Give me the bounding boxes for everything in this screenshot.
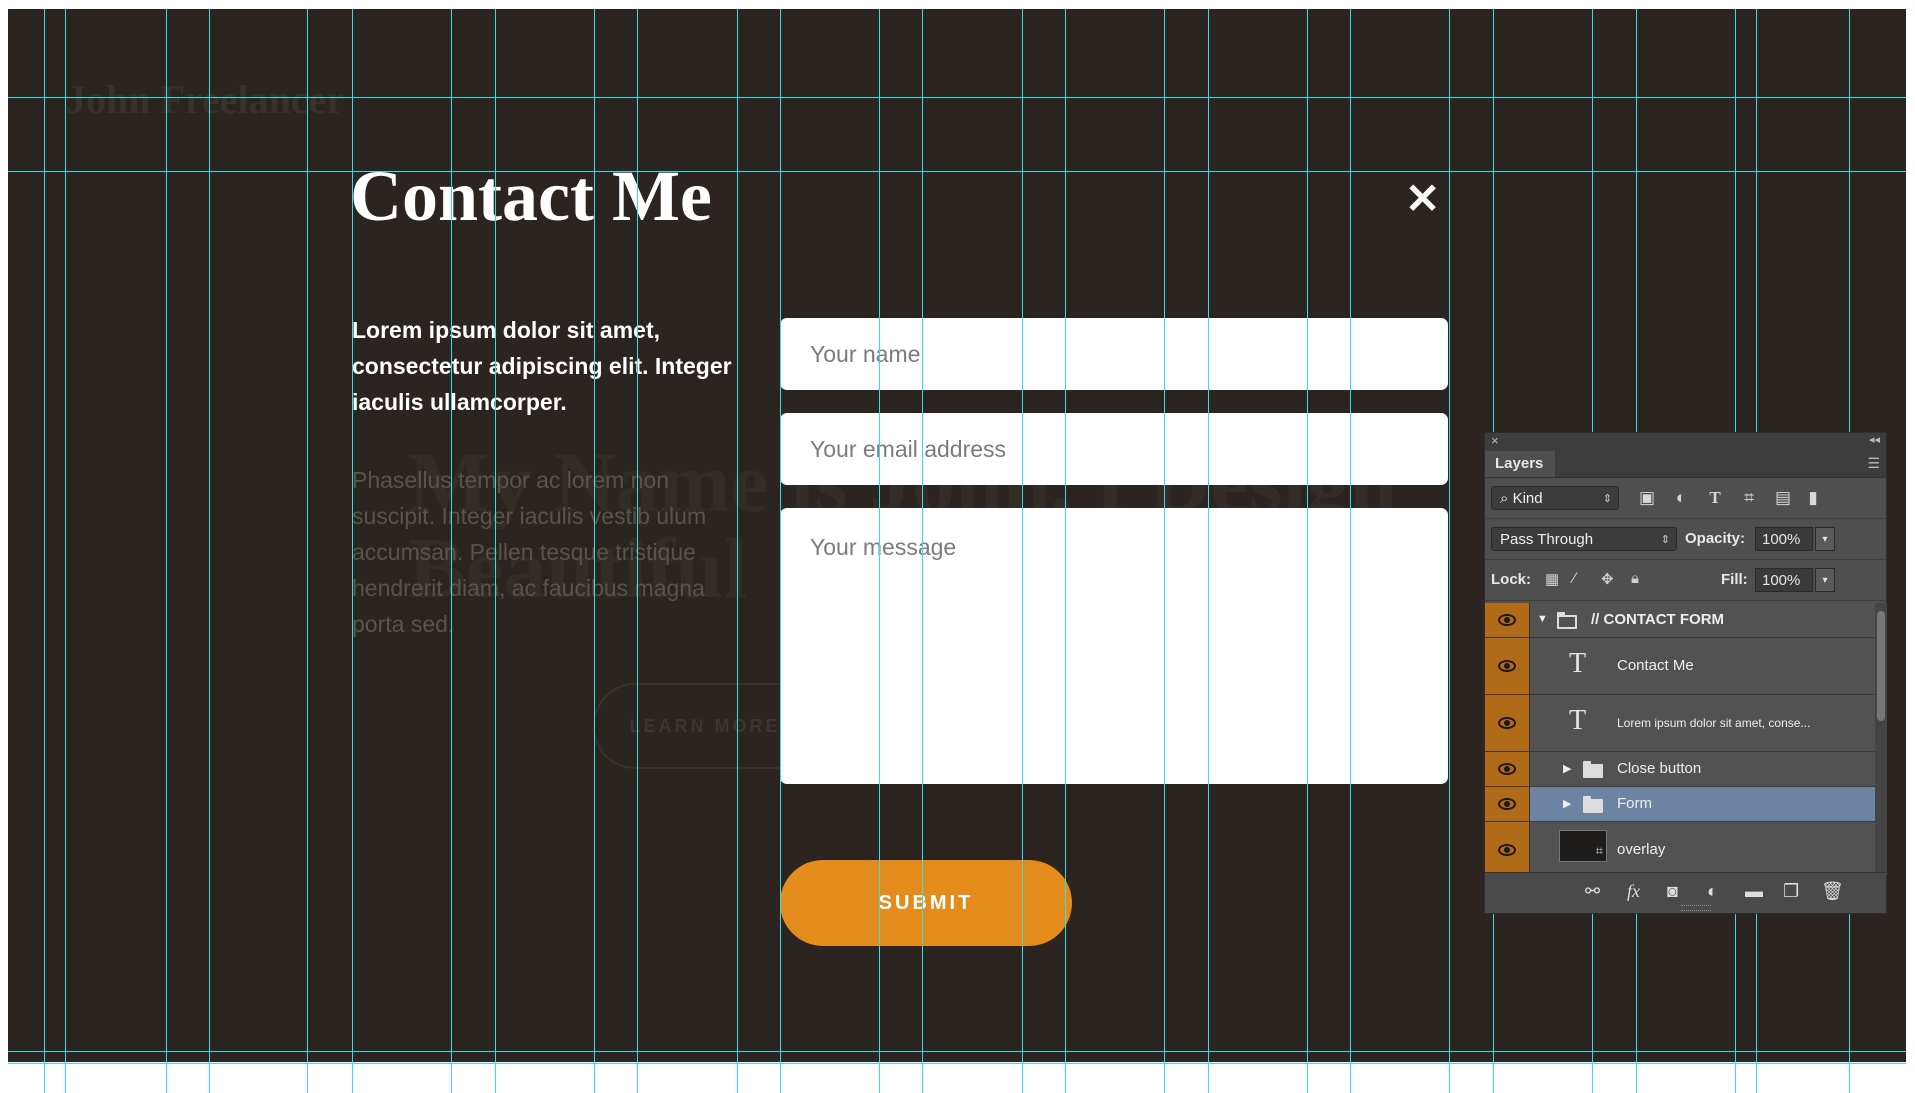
layer-name: Close button: [1617, 760, 1702, 777]
image-filter-icon[interactable]: ▣: [1637, 488, 1657, 508]
shape-layer-icon: ⌗: [1595, 843, 1603, 858]
text-layer-icon: T: [1569, 648, 1587, 679]
filter-kind-select[interactable]: ⌕ Kind ⇕: [1491, 486, 1619, 510]
panel-footer: ⚯ fx ◙ ◐ ▬ ❐ 🗑︎: [1485, 872, 1886, 913]
lock-move-icon[interactable]: ✥: [1601, 570, 1614, 588]
new-layer-icon[interactable]: ❐: [1783, 881, 1799, 902]
lock-label: Lock:: [1491, 571, 1532, 588]
message-textarea[interactable]: [780, 508, 1448, 784]
expand-triangle-icon[interactable]: ▼: [1537, 613, 1548, 625]
layer-row-lorem[interactable]: T Lorem ipsum dolor sit amet, conse...: [1485, 695, 1875, 752]
layer-name: Contact Me: [1617, 657, 1694, 674]
layer-row-close-button[interactable]: ▶ Close button: [1485, 752, 1875, 787]
modal-lead-text: Lorem ipsum dolor sit amet, consectetur …: [352, 317, 732, 415]
filter-kind-label: Kind: [1512, 490, 1543, 507]
fx-icon[interactable]: fx: [1627, 881, 1640, 902]
adjustment-filter-icon[interactable]: ◐: [1671, 488, 1691, 508]
new-group-icon[interactable]: ▬: [1745, 881, 1763, 902]
visibility-toggle[interactable]: [1485, 787, 1530, 821]
eye-icon: [1498, 717, 1516, 729]
visibility-toggle[interactable]: [1485, 638, 1530, 694]
folder-open-icon: [1557, 612, 1577, 629]
adjustment-layer-icon[interactable]: ◐: [1707, 881, 1718, 902]
layer-name: // CONTACT FORM: [1591, 611, 1725, 628]
add-mask-icon[interactable]: ◙: [1667, 881, 1678, 902]
panel-titlebar: × ◂◂: [1485, 433, 1886, 451]
folder-icon: [1583, 796, 1603, 813]
eye-icon: [1498, 660, 1516, 672]
panel-menu-icon[interactable]: ☰: [1867, 455, 1880, 472]
layer-row-overlay[interactable]: ⌗ overlay: [1485, 822, 1875, 879]
shape-filter-icon[interactable]: ⌗: [1739, 488, 1759, 508]
close-icon[interactable]: ✕: [1405, 178, 1440, 220]
blend-mode-select[interactable]: Pass Through ⇕: [1491, 527, 1677, 551]
layers-scrollbar[interactable]: [1875, 603, 1887, 875]
opacity-dropdown-icon[interactable]: ▾: [1815, 527, 1835, 551]
updown-arrow-icon: ⇕: [1602, 493, 1612, 505]
filter-toggle-icon[interactable]: ▮: [1807, 488, 1819, 508]
blend-row: Pass Through ⇕ Opacity: 100% ▾: [1485, 519, 1886, 560]
lock-brush-icon[interactable]: ∕: [1573, 570, 1576, 587]
panel-close-icon[interactable]: ×: [1491, 433, 1499, 448]
visibility-toggle[interactable]: [1485, 695, 1530, 751]
folder-icon: [1583, 761, 1603, 778]
updown-arrow-icon: ⇕: [1660, 534, 1670, 546]
fill-label: Fill:: [1721, 571, 1748, 588]
link-layers-icon[interactable]: ⚯: [1585, 881, 1600, 902]
smart-object-filter-icon[interactable]: ▤: [1773, 488, 1793, 508]
lock-row: Lock: ▦ ∕ ✥ 🔒︎ Fill: 100% ▾: [1485, 560, 1886, 601]
visibility-toggle[interactable]: [1485, 822, 1530, 878]
fill-input[interactable]: 100%: [1755, 568, 1813, 592]
text-layer-icon: T: [1569, 705, 1587, 736]
email-input[interactable]: [780, 413, 1448, 485]
eye-icon: [1498, 844, 1516, 856]
layer-name: Lorem ipsum dolor sit amet, conse...: [1617, 716, 1811, 730]
trash-icon[interactable]: 🗑︎: [1821, 881, 1844, 902]
name-input[interactable]: [780, 318, 1448, 390]
background-logo: John Freelancer: [66, 77, 345, 122]
layer-row-contact-me[interactable]: T Contact Me: [1485, 638, 1875, 695]
layer-row-contact-form-group[interactable]: ▼ // CONTACT FORM: [1485, 603, 1875, 638]
type-filter-icon[interactable]: T: [1705, 488, 1725, 508]
visibility-toggle[interactable]: [1485, 603, 1530, 637]
lock-transparent-icon[interactable]: ▦: [1545, 570, 1559, 588]
layers-list: ▼ // CONTACT FORM T Contact Me T Lorem i…: [1485, 603, 1875, 879]
expand-triangle-icon[interactable]: ▶: [1563, 762, 1571, 775]
filter-row: ⌕ Kind ⇕ ▣ ◐ T ⌗ ▤ ▮: [1485, 478, 1886, 519]
blend-mode-label: Pass Through: [1500, 531, 1594, 548]
search-icon: ⌕: [1500, 490, 1509, 507]
fill-dropdown-icon[interactable]: ▾: [1815, 568, 1835, 592]
layer-name: Form: [1617, 795, 1652, 812]
eye-icon: [1498, 614, 1516, 626]
layers-panel: × ◂◂ Layers ☰ ⌕ Kind ⇕ ▣ ◐ T ⌗ ▤ ▮ Pass …: [1484, 432, 1887, 914]
layer-thumbnail: ⌗: [1559, 830, 1607, 862]
panel-collapse-icon[interactable]: ◂◂: [1869, 433, 1880, 446]
eye-icon: [1498, 763, 1516, 775]
submit-button[interactable]: SUBMIT: [780, 860, 1072, 946]
visibility-toggle[interactable]: [1485, 752, 1530, 786]
resize-grip[interactable]: [1681, 905, 1711, 911]
lock-all-icon[interactable]: 🔒︎: [1631, 570, 1639, 587]
eye-icon: [1498, 798, 1516, 810]
panel-tabbar: Layers ☰: [1485, 451, 1886, 478]
tab-layers[interactable]: Layers: [1485, 451, 1555, 477]
expand-triangle-icon[interactable]: ▶: [1563, 797, 1571, 810]
layer-name: overlay: [1617, 841, 1666, 858]
modal-body-text: Phasellus tempor ac lorem non suscipit. …: [352, 467, 707, 637]
layer-row-form[interactable]: ▶ Form: [1485, 787, 1875, 822]
opacity-label: Opacity:: [1685, 530, 1746, 547]
opacity-input[interactable]: 100%: [1755, 527, 1813, 551]
horizontal-guide: [8, 1063, 1906, 1064]
scrollbar-thumb[interactable]: [1877, 611, 1885, 721]
modal-title: Contact Me: [350, 156, 712, 236]
